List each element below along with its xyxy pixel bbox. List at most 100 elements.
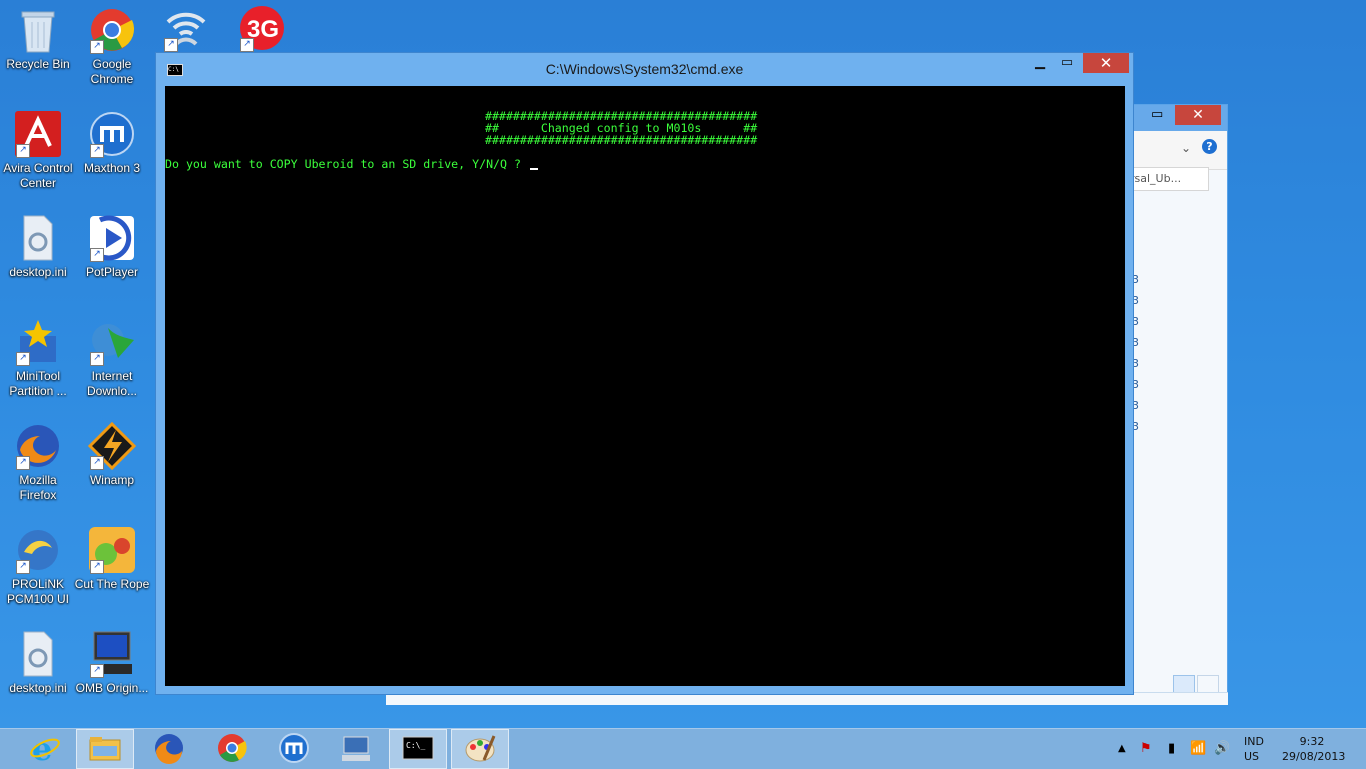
taskbar-network-button[interactable] (327, 729, 385, 769)
taskbar-maxthon-button[interactable] (265, 729, 323, 769)
chrome-icon (216, 732, 248, 767)
show-hidden-icons-icon[interactable]: ▲ (1118, 743, 1126, 754)
taskbar-firefox-button[interactable] (140, 729, 198, 769)
explorer-search-box[interactable]: rsal_Ub... (1129, 167, 1209, 191)
desktop-icon-label: Google Chrome (90, 57, 134, 86)
taskbar-paint-button[interactable] (451, 729, 509, 769)
explorer-window[interactable]: ▭ ✕ ⌄ ? rsal_Ub... 3 3 3 3 3 3 3 3 (1128, 104, 1228, 704)
shortcut-arrow-icon: ↗ (90, 456, 104, 470)
shortcut-arrow-icon: ↗ (90, 352, 104, 366)
taskbar: e C:\_ ▲ ⚑ ▮ 📶 🔊 IND US 9:32 29/08/2013 (0, 728, 1366, 769)
desktop-icon-label: PotPlayer (85, 265, 139, 279)
language-code: IND (1244, 735, 1264, 748)
wifi-icon: ↗ (162, 4, 210, 52)
network-status-icon[interactable]: 📶 (1190, 741, 1206, 756)
shortcut-arrow-icon: ↗ (16, 456, 30, 470)
desktop-icon-chrome[interactable]: ↗ Google Chrome (74, 6, 150, 87)
taskbar-cmd-button[interactable]: C:\_ (389, 729, 447, 769)
svg-text:C:\_: C:\_ (406, 741, 425, 750)
ie-icon: e (29, 730, 61, 768)
shortcut-arrow-icon: ↗ (240, 38, 254, 52)
shortcut-arrow-icon: ↗ (90, 664, 104, 678)
avira-icon: ↗ (14, 110, 62, 158)
console-prompt-line: Do you want to COPY Uberoid to an SD dri… (165, 158, 538, 170)
firefox-icon: ↗ (14, 422, 62, 470)
desktop-icon-label: OMB Origin... (75, 681, 149, 695)
shortcut-arrow-icon: ↗ (90, 40, 104, 54)
settings-file-icon (14, 630, 62, 678)
desktop-icon-maxthon[interactable]: ↗ Maxthon 3 (74, 110, 150, 176)
desktop-icon-label: Internet Downlo... (86, 369, 138, 398)
desktop-icon-label: Cut The Rope (74, 577, 150, 591)
explorer-close-button[interactable]: ✕ (1175, 105, 1221, 125)
firefox-icon (153, 732, 185, 767)
desktop-icon-avira[interactable]: ↗ Avira Control Center (0, 110, 76, 191)
desktop-icon-idm[interactable]: ↗ Internet Downlo... (74, 318, 150, 399)
console-line: ####################################### (485, 133, 758, 147)
help-icon[interactable]: ? (1202, 139, 1217, 154)
language-indicator[interactable]: IND US (1244, 734, 1264, 764)
desktop-icon-label: Mozilla Firefox (19, 473, 57, 502)
clock-time: 9:32 (1299, 735, 1325, 748)
prolink-icon: ↗ (14, 526, 62, 574)
file-explorer-icon (89, 734, 121, 765)
chrome-icon: ↗ (88, 6, 136, 54)
computer-icon: ↗ (88, 630, 136, 678)
settings-file-icon (14, 214, 62, 262)
action-center-flag-icon[interactable]: ⚑ (1140, 741, 1152, 756)
cut-the-rope-icon: ↗ (88, 526, 136, 574)
shortcut-arrow-icon: ↗ (164, 38, 178, 52)
explorer-titlebar[interactable]: ▭ ✕ (1129, 105, 1227, 131)
language-region: US (1244, 750, 1260, 763)
network-icon (340, 733, 372, 766)
volume-icon[interactable]: 🔊 (1214, 741, 1230, 756)
maximize-button[interactable]: ▭ (1056, 53, 1078, 73)
desktop-icon-label: Recycle Bin (6, 57, 70, 71)
text-cursor (529, 168, 538, 170)
desktop-icon-label: MiniTool Partition ... (9, 369, 67, 398)
shortcut-arrow-icon: ↗ (16, 144, 30, 158)
desktop: Recycle Bin ↗ Avira Control Center deskt… (0, 0, 1366, 728)
desktop-icon-recycle-bin[interactable]: Recycle Bin (0, 6, 76, 72)
minimize-button[interactable]: ▁ (1029, 53, 1051, 73)
desktop-icon-desktop-ini[interactable]: desktop.ini (0, 214, 76, 280)
clock[interactable]: 9:32 29/08/2013 (1282, 734, 1346, 764)
shortcut-arrow-icon: ↗ (16, 560, 30, 574)
cmd-window[interactable]: C:\ C:\Windows\System32\cmd.exe ▁ ▭ ✕ ##… (155, 52, 1134, 695)
battery-icon[interactable]: ▮ (1168, 741, 1175, 756)
potplayer-icon: ↗ (88, 214, 136, 262)
desktop-icon-minitool[interactable]: ↗ MiniTool Partition ... (0, 318, 76, 399)
desktop-icon-omb[interactable]: ↗ OMB Origin... (74, 630, 150, 696)
winamp-icon: ↗ (88, 422, 136, 470)
desktop-icon-wifi[interactable]: ↗ (148, 4, 224, 55)
recycle-bin-icon (14, 6, 62, 54)
desktop-icon-label: PROLiNK PCM100 UI (6, 577, 70, 606)
taskbar-chrome-button[interactable] (203, 729, 261, 769)
desktop-icon-winamp[interactable]: ↗ Winamp (74, 422, 150, 488)
explorer-maximize-icon[interactable]: ▭ (1151, 107, 1163, 122)
minitool-icon: ↗ (14, 318, 62, 366)
desktop-icon-label: Winamp (89, 473, 134, 487)
maxthon-icon (278, 732, 310, 767)
desktop-icon-potplayer[interactable]: ↗ PotPlayer (74, 214, 150, 280)
console-prompt: Do you want to COPY Uberoid to an SD dri… (165, 157, 528, 171)
cmd-titlebar[interactable]: C:\ C:\Windows\System32\cmd.exe ▁ ▭ ✕ (156, 53, 1133, 85)
desktop-icon-label: Maxthon 3 (83, 161, 141, 175)
console-output[interactable]: ####################################### … (165, 86, 1125, 686)
taskbar-file-explorer-button[interactable] (76, 729, 134, 769)
desktop-icon-desktop-ini-2[interactable]: desktop.ini (0, 630, 76, 696)
desktop-icon-label: desktop.ini (9, 265, 67, 279)
desktop-icon-prolink[interactable]: ↗ PROLiNK PCM100 UI (0, 526, 76, 607)
clock-date: 29/08/2013 (1282, 750, 1346, 763)
shortcut-arrow-icon: ↗ (90, 248, 104, 262)
idm-icon: ↗ (88, 318, 136, 366)
system-tray: ▲ ⚑ ▮ 📶 🔊 (1110, 729, 1240, 769)
taskbar-ie-button[interactable]: e (16, 729, 74, 769)
desktop-icon-cut-the-rope[interactable]: ↗ Cut The Rope (74, 526, 150, 592)
3g-icon: 3G ↗ (238, 4, 286, 52)
desktop-icon-firefox[interactable]: ↗ Mozilla Firefox (0, 422, 76, 503)
cmd-icon: C:\_ (402, 736, 434, 763)
chevron-down-icon[interactable]: ⌄ (1181, 141, 1191, 155)
desktop-icon-3g[interactable]: 3G ↗ (224, 4, 300, 55)
close-button[interactable]: ✕ (1083, 53, 1129, 73)
